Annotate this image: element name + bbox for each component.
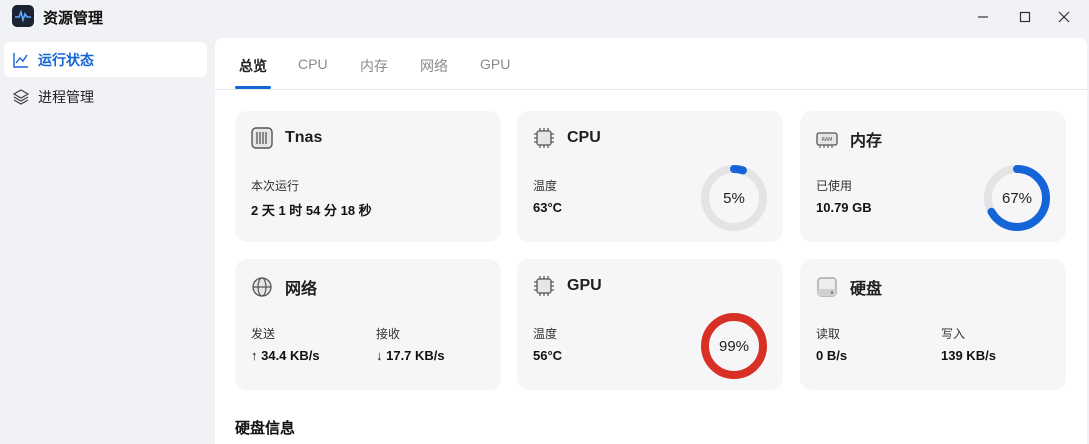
minimize-icon xyxy=(978,16,988,18)
cpu-usage-text: 5% xyxy=(723,189,745,207)
minimize-button[interactable] xyxy=(968,4,998,30)
system-card: Tnas 本次运行 2 天 1 时 54 分 18 秒 xyxy=(235,111,501,242)
gpu-card: GPU 温度 56°C 99% xyxy=(517,259,783,390)
disk-read-label: 读取 xyxy=(816,327,841,341)
memory-card-title: 内存 xyxy=(850,133,883,150)
tab-cpu[interactable]: CPU xyxy=(298,56,328,72)
sidebar-item-processes[interactable]: 进程管理 xyxy=(4,79,207,114)
hard-disk-icon xyxy=(816,276,838,298)
memory-usage-gauge: 67% xyxy=(982,163,1052,233)
main-panel: 总览 CPU 内存 网络 GPU Tnas 本次运行 2 天 1 时 54 分 … xyxy=(215,38,1087,444)
disk-write-label: 写入 xyxy=(941,327,966,341)
system-card-title: Tnas xyxy=(285,129,323,146)
gpu-temp-label: 温度 xyxy=(533,327,558,341)
tab-network[interactable]: 网络 xyxy=(420,56,448,76)
network-recv-label: 接收 xyxy=(376,327,401,341)
cpu-card: CPU 温度 63°C 5% xyxy=(517,111,783,242)
gpu-chip-icon xyxy=(533,275,555,297)
disk-card-title: 硬盘 xyxy=(850,281,883,298)
memory-used-value: 10.79 GB xyxy=(816,200,872,215)
network-send-value: ↑ 34.4 KB/s xyxy=(251,348,320,363)
tab-bar: 总览 CPU 内存 网络 GPU xyxy=(215,38,1087,90)
close-icon xyxy=(1058,11,1070,23)
network-globe-icon xyxy=(251,276,273,298)
memory-usage-text: 67% xyxy=(1001,189,1033,207)
nas-device-icon xyxy=(251,127,273,149)
close-button[interactable] xyxy=(1049,4,1079,30)
title-bar: 资源管理 xyxy=(0,0,1089,34)
line-chart-icon xyxy=(12,51,30,69)
memory-card: RAM 内存 已使用 10.79 GB 67% xyxy=(800,111,1066,242)
gpu-usage-text: 99% xyxy=(718,337,750,355)
cpu-chip-icon xyxy=(533,127,555,149)
tab-memory[interactable]: 内存 xyxy=(360,56,388,76)
memory-used-label: 已使用 xyxy=(816,179,853,193)
sidebar-item-label: 进程管理 xyxy=(38,88,94,105)
maximize-icon xyxy=(1019,11,1031,23)
gpu-card-title: GPU xyxy=(567,277,602,294)
app-logo-icon xyxy=(12,5,34,27)
sidebar: 运行状态 进程管理 xyxy=(0,42,210,116)
network-card-title: 网络 xyxy=(285,281,318,298)
disk-write-value: 139 KB/s xyxy=(941,348,996,363)
disk-read-value: 0 B/s xyxy=(816,348,848,363)
disk-info-section-title: 硬盘信息 xyxy=(235,420,296,437)
sidebar-item-status[interactable]: 运行状态 xyxy=(4,42,207,77)
cpu-usage-gauge: 5% xyxy=(699,163,769,233)
network-card: 网络 发送 ↑ 34.4 KB/s 接收 ↓ 17.7 KB/s xyxy=(235,259,501,390)
uptime-value: 2 天 1 时 54 分 18 秒 xyxy=(251,203,372,218)
maximize-button[interactable] xyxy=(1010,4,1040,30)
active-tab-indicator xyxy=(235,86,271,89)
network-recv-value: ↓ 17.7 KB/s xyxy=(376,348,445,363)
ram-icon: RAM xyxy=(816,128,838,150)
disk-card: 硬盘 读取 0 B/s 写入 139 KB/s xyxy=(800,259,1066,390)
sidebar-item-label: 运行状态 xyxy=(38,51,94,68)
cpu-temp-label: 温度 xyxy=(533,179,558,193)
gpu-usage-gauge: 99% xyxy=(699,311,769,381)
cpu-card-title: CPU xyxy=(567,129,601,146)
gpu-temp-value: 56°C xyxy=(533,348,563,363)
layers-icon xyxy=(12,88,30,106)
tab-overview[interactable]: 总览 xyxy=(239,56,267,76)
app-title: 资源管理 xyxy=(43,10,104,27)
uptime-label: 本次运行 xyxy=(251,179,300,193)
network-send-label: 发送 xyxy=(251,327,276,341)
tab-gpu[interactable]: GPU xyxy=(480,56,510,72)
cpu-temp-value: 63°C xyxy=(533,200,563,215)
svg-text:RAM: RAM xyxy=(821,137,832,143)
